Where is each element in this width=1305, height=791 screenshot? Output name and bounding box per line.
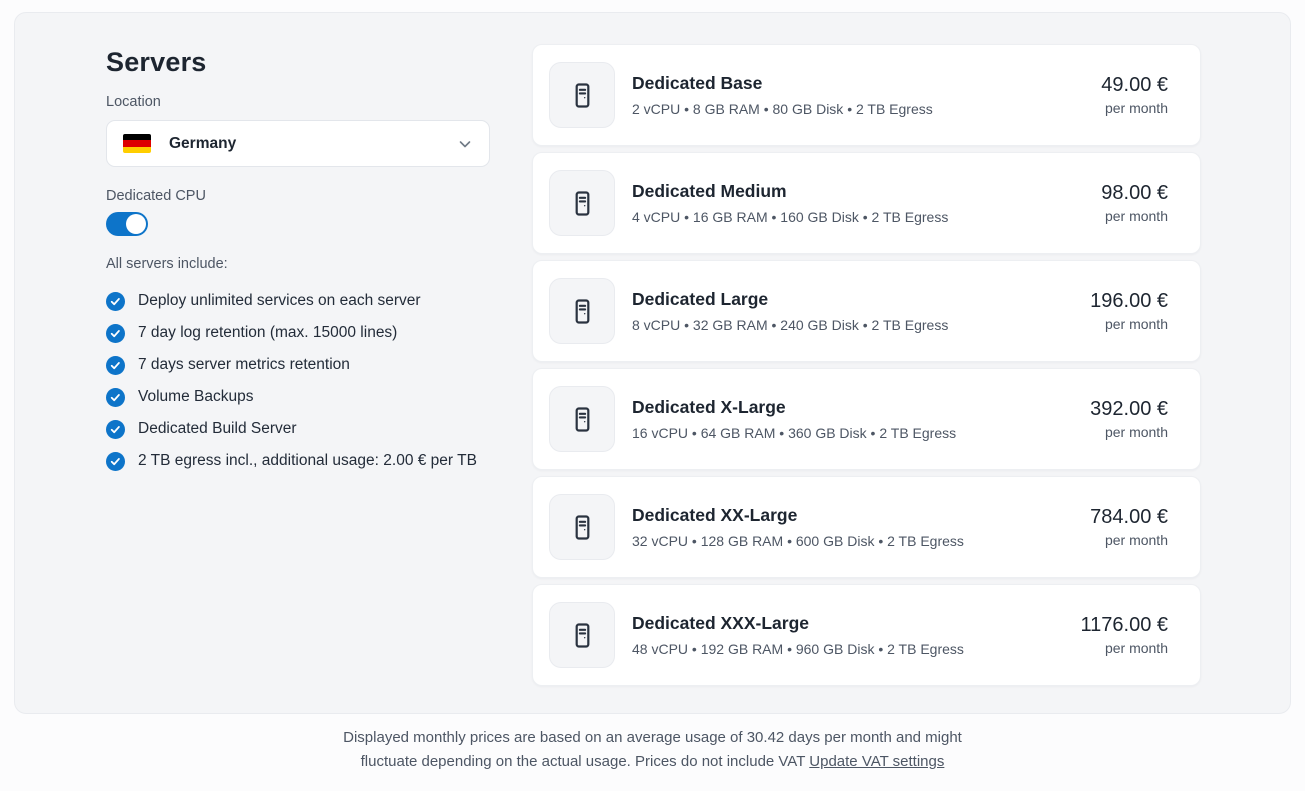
includes-list: Deploy unlimited services on each server… xyxy=(106,289,490,473)
plan-period: per month xyxy=(1090,532,1168,548)
plan-specs: 32 vCPU • 128 GB RAM • 600 GB Disk • 2 T… xyxy=(632,533,964,549)
plan-name: Dedicated Large xyxy=(632,289,948,310)
list-item-label: 7 days server metrics retention xyxy=(138,353,350,377)
plan-card-dedicated-xxx-large[interactable]: Dedicated XXX-Large 48 vCPU • 192 GB RAM… xyxy=(532,584,1201,686)
plan-card-dedicated-medium[interactable]: Dedicated Medium 4 vCPU • 16 GB RAM • 16… xyxy=(532,152,1201,254)
plan-period: per month xyxy=(1090,316,1168,332)
plan-price: 1176.00 € xyxy=(1081,614,1169,637)
list-item-label: Dedicated Build Server xyxy=(138,417,297,441)
plan-specs: 48 vCPU • 192 GB RAM • 960 GB Disk • 2 T… xyxy=(632,641,964,657)
plan-price: 196.00 € xyxy=(1090,290,1168,313)
dedicated-cpu-toggle[interactable] xyxy=(106,212,148,236)
check-icon xyxy=(106,388,125,407)
list-item: Dedicated Build Server xyxy=(106,417,490,441)
germany-flag-icon xyxy=(123,134,151,153)
sidebar: Servers Location Germany Dedicated CPU A… xyxy=(106,47,490,481)
update-vat-settings-link[interactable]: Update VAT settings xyxy=(809,753,944,770)
list-item: Volume Backups xyxy=(106,385,490,409)
check-icon xyxy=(106,324,125,343)
list-item: Deploy unlimited services on each server xyxy=(106,289,490,313)
server-icon xyxy=(549,386,615,452)
disclaimer-line-1: Displayed monthly prices are based on an… xyxy=(343,729,962,746)
plan-name: Dedicated XXX-Large xyxy=(632,613,964,634)
plan-specs: 8 vCPU • 32 GB RAM • 240 GB Disk • 2 TB … xyxy=(632,317,948,333)
plan-name: Dedicated X-Large xyxy=(632,397,956,418)
disclaimer-line-2: fluctuate depending on the actual usage.… xyxy=(361,753,805,770)
plan-card-dedicated-large[interactable]: Dedicated Large 8 vCPU • 32 GB RAM • 240… xyxy=(532,260,1201,362)
plan-price: 392.00 € xyxy=(1090,398,1168,421)
plan-name: Dedicated Base xyxy=(632,73,933,94)
page-title: Servers xyxy=(106,47,490,78)
server-icon xyxy=(549,494,615,560)
server-icon xyxy=(549,170,615,236)
list-item-label: Deploy unlimited services on each server xyxy=(138,289,421,313)
plan-specs: 4 vCPU • 16 GB RAM • 160 GB Disk • 2 TB … xyxy=(632,209,948,225)
list-item: 7 days server metrics retention xyxy=(106,353,490,377)
chevron-down-icon xyxy=(457,136,473,152)
plan-card-dedicated-xx-large[interactable]: Dedicated XX-Large 32 vCPU • 128 GB RAM … xyxy=(532,476,1201,578)
location-select[interactable]: Germany xyxy=(106,120,490,167)
server-icon xyxy=(549,602,615,668)
location-value: Germany xyxy=(169,135,236,153)
plan-price: 784.00 € xyxy=(1090,506,1168,529)
toggle-knob xyxy=(126,214,146,234)
plan-price: 98.00 € xyxy=(1101,182,1168,205)
includes-label: All servers include: xyxy=(106,256,490,272)
plan-period: per month xyxy=(1090,424,1168,440)
list-item: 2 TB egress incl., additional usage: 2.0… xyxy=(106,449,490,473)
pricing-disclaimer: Displayed monthly prices are based on an… xyxy=(0,726,1305,774)
plan-card-dedicated-x-large[interactable]: Dedicated X-Large 16 vCPU • 64 GB RAM • … xyxy=(532,368,1201,470)
location-label: Location xyxy=(106,94,490,110)
server-icon xyxy=(549,62,615,128)
plan-price: 49.00 € xyxy=(1101,74,1168,97)
check-icon xyxy=(106,452,125,471)
server-icon xyxy=(549,278,615,344)
servers-panel: Servers Location Germany Dedicated CPU A… xyxy=(14,12,1291,714)
list-item-label: 7 day log retention (max. 15000 lines) xyxy=(138,321,397,345)
check-icon xyxy=(106,420,125,439)
plan-name: Dedicated XX-Large xyxy=(632,505,964,526)
check-icon xyxy=(106,356,125,375)
plan-card-dedicated-base[interactable]: Dedicated Base 2 vCPU • 8 GB RAM • 80 GB… xyxy=(532,44,1201,146)
dedicated-cpu-label: Dedicated CPU xyxy=(106,188,490,204)
list-item-label: Volume Backups xyxy=(138,385,253,409)
list-item: 7 day log retention (max. 15000 lines) xyxy=(106,321,490,345)
plan-name: Dedicated Medium xyxy=(632,181,948,202)
plan-specs: 2 vCPU • 8 GB RAM • 80 GB Disk • 2 TB Eg… xyxy=(632,101,933,117)
plan-period: per month xyxy=(1101,100,1168,116)
plan-period: per month xyxy=(1101,208,1168,224)
plan-list: Dedicated Base 2 vCPU • 8 GB RAM • 80 GB… xyxy=(532,44,1201,692)
plan-period: per month xyxy=(1081,640,1169,656)
list-item-label: 2 TB egress incl., additional usage: 2.0… xyxy=(138,449,477,473)
plan-specs: 16 vCPU • 64 GB RAM • 360 GB Disk • 2 TB… xyxy=(632,425,956,441)
check-icon xyxy=(106,292,125,311)
